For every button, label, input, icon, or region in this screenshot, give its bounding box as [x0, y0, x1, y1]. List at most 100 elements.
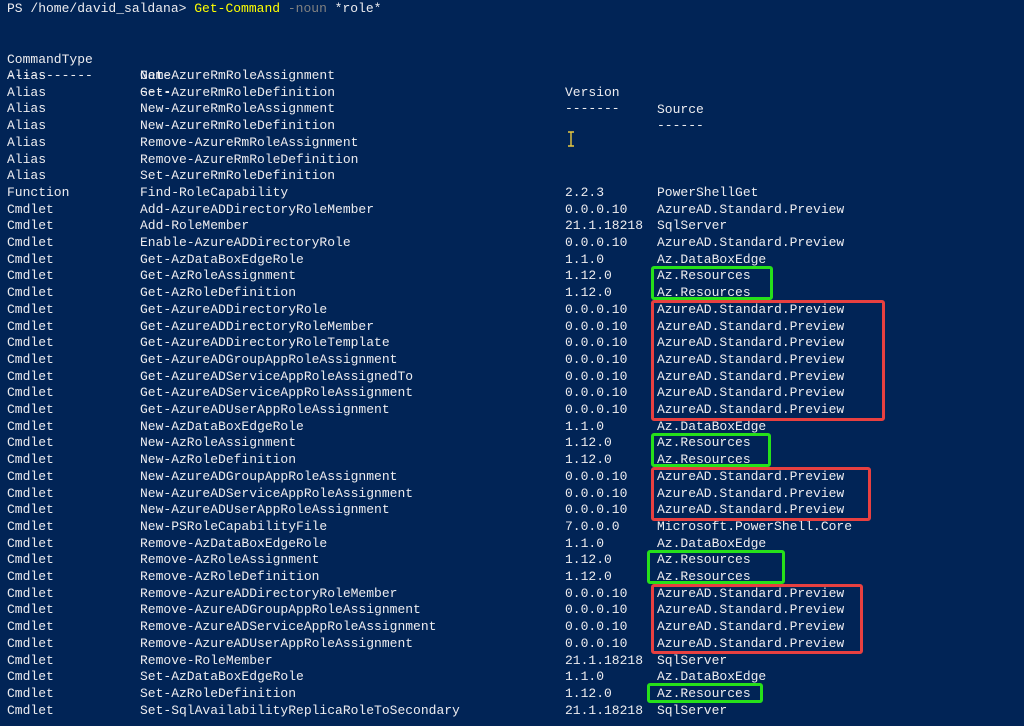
row-name: Remove-AzureRmRoleAssignment — [140, 134, 359, 150]
row-source: AzureAD.Standard.Preview — [657, 468, 845, 484]
row-source: Az.DataBoxEdge — [657, 418, 767, 434]
table-row: Cmdlet Remove-AzRoleDefinition 1.12.0 Az.Re… — [0, 569, 1024, 586]
row-version: 1.12.0 — [565, 285, 612, 301]
row-version: 1.12.0 — [565, 685, 612, 701]
row-name: Get-AzureRmRoleAssignment — [140, 68, 336, 83]
prompt-path: PS /home/david_saldana> — [7, 1, 195, 16]
row-source: Az.Resources — [657, 435, 751, 451]
row-name: Add-AzureADDirectoryRoleMember — [140, 201, 375, 217]
row-version: 21.1.18218 — [565, 652, 644, 668]
row-commandtype: Cmdlet — [7, 351, 54, 367]
row-commandtype: Cmdlet — [7, 685, 54, 701]
table-row: Cmdlet Set-AzRoleDefinition 1.12.0 Az.Resou… — [0, 686, 1024, 703]
row-commandtype: Cmdlet — [7, 268, 54, 284]
table-row: Cmdlet Get-AzRoleDefinition 1.12.0 Az.Resou… — [0, 285, 1024, 302]
row-name: Remove-AzDataBoxEdgeRole — [140, 535, 328, 551]
row-name: New-AzRoleAssignment — [140, 435, 297, 451]
powershell-terminal[interactable]: PS /home/david_saldana> Get-Command -nou… — [0, 0, 1024, 726]
table-row: Alias Remove-AzureRmRoleAssignment — [0, 135, 1024, 152]
row-name: Set-AzRoleDefinition — [140, 685, 297, 701]
row-version: 1.12.0 — [565, 435, 612, 451]
row-commandtype: Cmdlet — [7, 385, 54, 401]
row-version: 0.0.0.10 — [565, 351, 628, 367]
row-source: AzureAD.Standard.Preview — [657, 368, 845, 384]
table-row: Cmdlet Get-AzureADGroupAppRoleAssignment 0… — [0, 352, 1024, 369]
row-name: New-AzureADUserAppRoleAssignment — [140, 502, 390, 518]
row-commandtype: Cmdlet — [7, 535, 54, 551]
table-row: Cmdlet Set-AzDataBoxEdgeRole 1.1.0 Az.DataB… — [0, 669, 1024, 686]
row-source: AzureAD.Standard.Preview — [657, 502, 845, 518]
row-version: 1.12.0 — [565, 552, 612, 568]
table-row: Cmdlet Get-AzRoleAssignment 1.12.0 Az.Resou… — [0, 268, 1024, 285]
row-name: New-AzureRmRoleAssignment — [140, 101, 336, 117]
row-source: AzureAD.Standard.Preview — [657, 619, 845, 635]
row-commandtype: Cmdlet — [7, 702, 54, 718]
row-source: Az.DataBoxEdge — [657, 251, 767, 267]
row-commandtype: Alias — [7, 68, 47, 83]
row-commandtype: Alias — [7, 134, 47, 150]
row-name: Get-AzureADDirectoryRoleMember — [140, 318, 375, 334]
row-version: 1.12.0 — [565, 452, 612, 468]
row-name: Find-RoleCapability — [140, 184, 289, 200]
row-name: Get-AzureADServiceAppRoleAssignment — [140, 385, 414, 401]
row-source: AzureAD.Standard.Preview — [657, 318, 845, 334]
row-commandtype: Alias — [7, 84, 47, 100]
row-version: 0.0.0.10 — [565, 385, 628, 401]
row-source: Microsoft.PowerShell.Core — [657, 518, 853, 534]
prompt-arg: *role* — [334, 1, 382, 16]
row-commandtype: Cmdlet — [7, 518, 54, 534]
table-row: Cmdlet Add-RoleMember 21.1.18218 SqlServer — [0, 218, 1024, 235]
table-row: Cmdlet Get-AzureADServiceAppRoleAssignedT… — [0, 369, 1024, 386]
row-source: AzureAD.Standard.Preview — [657, 602, 845, 618]
row-commandtype: Cmdlet — [7, 418, 54, 434]
row-commandtype: Alias — [7, 151, 47, 167]
row-source: Az.Resources — [657, 552, 751, 568]
row-commandtype: Cmdlet — [7, 435, 54, 451]
prompt-command: Get-Command — [194, 1, 281, 16]
row-source: AzureAD.Standard.Preview — [657, 402, 845, 417]
row-commandtype: Cmdlet — [7, 318, 54, 334]
table-row: Alias Set-AzureRmRoleDefinition — [0, 168, 1024, 185]
table-row: Cmdlet Remove-AzureADGroupAppRoleAssignme… — [0, 602, 1024, 619]
row-source: Az.Resources — [657, 569, 751, 584]
row-commandtype: Cmdlet — [7, 218, 54, 234]
table-row: Cmdlet New-PSRoleCapabilityFile 7.0.0.0 Mic… — [0, 519, 1024, 536]
table-row: Cmdlet Get-AzDataBoxEdgeRole 1.1.0 Az.DataB… — [0, 252, 1024, 269]
row-name: Set-AzDataBoxEdgeRole — [140, 669, 304, 685]
row-commandtype: Alias — [7, 118, 47, 134]
row-name: Add-RoleMember — [140, 218, 250, 234]
row-commandtype: Cmdlet — [7, 619, 54, 635]
row-source: AzureAD.Standard.Preview — [657, 301, 845, 317]
row-version: 1.1.0 — [565, 669, 605, 685]
row-version: 0.0.0.10 — [565, 602, 628, 618]
table-row: Cmdlet Remove-AzureADUserAppRoleAssignmen… — [0, 636, 1024, 653]
row-version: 7.0.0.0 — [565, 518, 620, 534]
table-row: Cmdlet Remove-AzRoleAssignment 1.12.0 Az.Re… — [0, 552, 1024, 569]
row-version: 1.12.0 — [565, 268, 612, 284]
prompt-line: PS /home/david_saldana> Get-Command -nou… — [7, 1, 381, 18]
row-commandtype: Cmdlet — [7, 285, 54, 301]
table-row: Cmdlet Remove-AzureADServiceAppRoleAssign… — [0, 619, 1024, 636]
row-commandtype: Cmdlet — [7, 452, 54, 468]
row-commandtype: Cmdlet — [7, 335, 54, 351]
row-source: Az.Resources — [657, 268, 751, 284]
row-source: PowerShellGet — [657, 184, 759, 200]
row-name: Get-AzureADUserAppRoleAssignment — [140, 402, 390, 417]
table-row: Alias Remove-AzureRmRoleDefinition — [0, 152, 1024, 169]
row-name: Get-AzureRmRoleDefinition — [140, 84, 336, 100]
row-name: Set-AzureRmRoleDefinition — [140, 168, 336, 184]
row-commandtype: Cmdlet — [7, 251, 54, 267]
row-version: 0.0.0.10 — [565, 485, 628, 501]
row-source: AzureAD.Standard.Preview — [657, 351, 845, 367]
table-row: Alias Get-AzureRmRoleAssignment — [0, 68, 1024, 85]
header-row: CommandType Name Version Source — [0, 35, 1024, 117]
row-name: Enable-AzureADDirectoryRole — [140, 235, 351, 250]
table-row: Cmdlet New-AzureADUserAppRoleAssignment 0.… — [0, 502, 1024, 519]
row-version: 0.0.0.10 — [565, 301, 628, 317]
table-row: Cmdlet Get-AzureADDirectoryRoleTemplate 0.… — [0, 335, 1024, 352]
row-commandtype: Alias — [7, 101, 47, 117]
table-row: Cmdlet New-AzRoleAssignment 1.12.0 Az.Resou… — [0, 435, 1024, 452]
row-name: New-AzureADGroupAppRoleAssignment — [140, 468, 398, 484]
row-version: 0.0.0.10 — [565, 318, 628, 334]
row-source: Az.Resources — [657, 285, 751, 301]
